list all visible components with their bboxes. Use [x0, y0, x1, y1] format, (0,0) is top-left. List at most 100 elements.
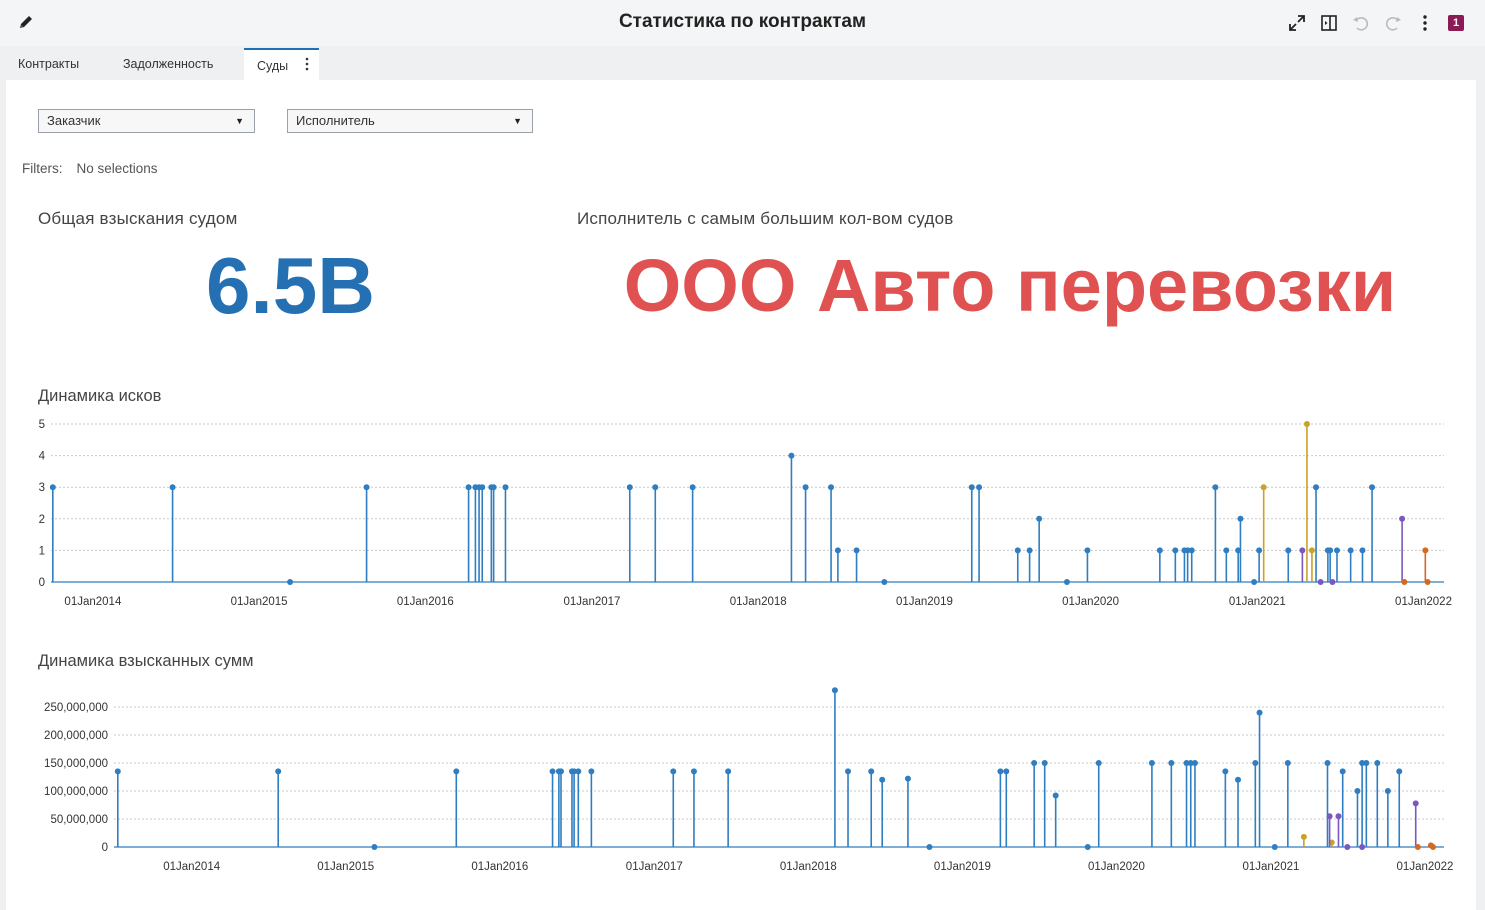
y-tick-label: 50,000,000 [50, 814, 108, 826]
data-point [1052, 792, 1059, 799]
data-point [1303, 421, 1310, 427]
data-point [1271, 844, 1278, 850]
customer-dropdown-value: Заказчик [47, 113, 101, 128]
data-point [371, 844, 378, 850]
data-point [1036, 515, 1043, 522]
data-point [1148, 760, 1155, 766]
data-point [1333, 547, 1340, 554]
more-options-icon[interactable] [1415, 13, 1435, 33]
data-point [1412, 800, 1419, 807]
undo-icon[interactable] [1351, 13, 1371, 33]
kpi-top-executor-label: Исполнитель с самым большим кол-вом судо… [577, 209, 954, 228]
tab-debt[interactable]: Задолженность [113, 48, 223, 80]
data-point [1031, 760, 1038, 766]
tab-courts-label: Суды [257, 59, 289, 73]
data-point [1335, 813, 1342, 820]
x-tick-label: 01Jan2018 [780, 861, 837, 873]
data-point [926, 844, 933, 850]
data-point [1026, 547, 1033, 554]
y-tick-label: 200,000,000 [44, 730, 108, 742]
data-point [1212, 484, 1219, 491]
x-tick-label: 01Jan2022 [1395, 596, 1452, 608]
y-tick-label: 5 [39, 419, 45, 431]
data-point [652, 484, 659, 491]
data-point [490, 484, 497, 491]
data-point [1347, 547, 1354, 554]
redo-icon[interactable] [1383, 13, 1403, 33]
tab-menu-icon[interactable] [300, 56, 314, 72]
tab-contracts[interactable]: Контракты [8, 48, 89, 80]
data-point [1329, 579, 1336, 585]
data-point [1414, 844, 1421, 850]
x-tick-label: 01Jan2021 [1229, 596, 1286, 608]
x-tick-label: 01Jan2016 [397, 596, 454, 608]
x-tick-label: 01Jan2014 [64, 596, 122, 608]
data-point [828, 484, 835, 491]
data-point [1003, 768, 1010, 775]
chart-amounts: 0 50,000,000 100,000,000 150,000,000 200,000… [44, 687, 1454, 873]
y-tick-label: 0 [102, 842, 108, 854]
data-point [502, 484, 509, 491]
x-tick-label: 01Jan2020 [1062, 596, 1119, 608]
data-point [1344, 844, 1351, 850]
y-tick-label: 150,000,000 [44, 758, 108, 770]
x-tick-label: 01Jan2018 [730, 596, 787, 608]
data-point [169, 484, 176, 491]
chevron-down-icon: ▼ [513, 116, 522, 126]
data-point [670, 768, 677, 775]
data-point [690, 768, 697, 775]
data-point [976, 484, 983, 491]
data-point [453, 768, 460, 775]
data-point [1424, 579, 1431, 585]
data-point [1168, 760, 1175, 766]
executor-dropdown-value: Исполнитель [296, 113, 375, 128]
data-point [1422, 547, 1429, 554]
data-point [1252, 760, 1259, 766]
data-point [1063, 579, 1070, 585]
kpi-total-label: Общая взыскания судом [38, 209, 238, 228]
maximize-icon[interactable] [1287, 13, 1307, 33]
data-point [1401, 579, 1408, 585]
data-point [1369, 484, 1376, 491]
data-point [997, 768, 1004, 775]
data-point [1260, 484, 1267, 491]
data-point [1396, 768, 1403, 775]
data-point [689, 484, 696, 491]
data-point [1095, 760, 1102, 766]
data-point [575, 768, 582, 775]
x-tick-label: 01Jan2017 [564, 596, 621, 608]
x-tick-label: 01Jan2017 [626, 861, 683, 873]
data-point [725, 768, 732, 775]
x-tick-label: 01Jan2015 [317, 861, 374, 873]
data-point [904, 775, 911, 782]
data-point [1084, 547, 1091, 554]
chart-claims-title: Динамика исков [38, 387, 162, 405]
x-tick-label: 01Jan2020 [1088, 861, 1145, 873]
notification-badge[interactable]: 1 [1448, 15, 1464, 31]
data-point [114, 768, 121, 775]
data-point [1374, 760, 1381, 766]
toggle-panel-icon[interactable] [1319, 13, 1339, 33]
y-tick-label: 1 [39, 545, 45, 557]
data-point [1339, 768, 1346, 775]
data-point [1430, 844, 1437, 850]
x-tick-label: 01Jan2014 [163, 861, 221, 873]
data-point [1363, 760, 1370, 766]
executor-dropdown[interactable]: Исполнитель ▼ [287, 109, 533, 133]
data-point [1014, 547, 1021, 554]
data-point [1284, 760, 1291, 766]
data-point [287, 579, 294, 585]
data-point [1172, 547, 1179, 554]
x-tick-label: 01Jan2022 [1397, 861, 1454, 873]
data-point [1324, 760, 1331, 766]
y-tick-label: 100,000,000 [44, 786, 108, 798]
data-point [868, 768, 875, 775]
y-tick-label: 2 [39, 514, 45, 526]
customer-dropdown[interactable]: Заказчик ▼ [38, 109, 255, 133]
x-tick-label: 01Jan2016 [471, 861, 528, 873]
data-point [1041, 760, 1048, 766]
data-point [1256, 547, 1263, 554]
data-point [845, 768, 852, 775]
data-point [788, 452, 795, 459]
data-point [1251, 579, 1258, 585]
